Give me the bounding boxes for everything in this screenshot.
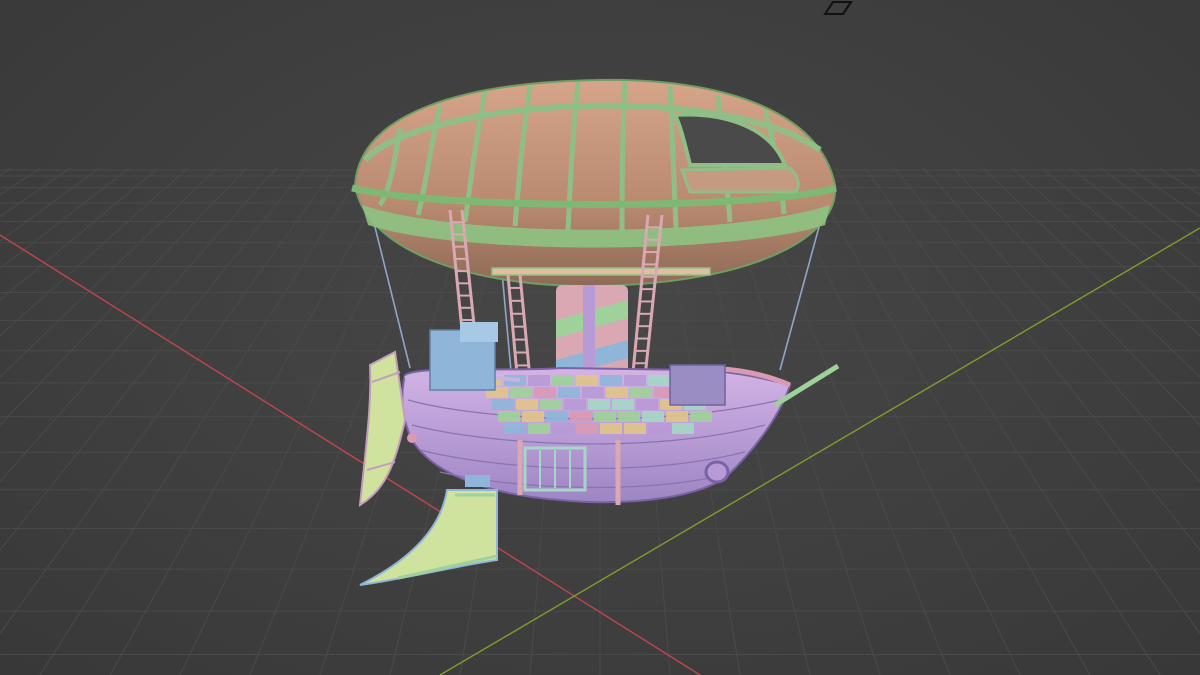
deck-plank	[546, 411, 568, 422]
deck-plank	[594, 411, 616, 422]
deck-plank	[504, 423, 526, 434]
grid-line	[0, 167, 160, 301]
deck-plank	[582, 387, 604, 398]
deck-plank	[516, 399, 538, 410]
deck-plank	[552, 375, 574, 386]
deck-plank	[624, 423, 646, 434]
deck-plank	[564, 399, 586, 410]
deck-plank	[600, 423, 622, 434]
grid-line	[0, 167, 42, 196]
grid-line	[1070, 167, 1200, 270]
deck-plank	[642, 411, 664, 422]
airship-model[interactable]	[351, 78, 840, 586]
camera-object-icon[interactable]	[823, 0, 853, 15]
grid-line	[1187, 167, 1200, 176]
deck-plank	[630, 387, 652, 398]
grid-line	[0, 167, 189, 337]
airship-envelope[interactable]	[351, 78, 837, 288]
deck-plank	[618, 411, 640, 422]
3d-viewport[interactable]	[0, 0, 1200, 675]
deck-plank	[672, 423, 694, 434]
grid-line	[1128, 167, 1200, 218]
deck-plank	[534, 387, 556, 398]
deck-plank	[522, 411, 544, 422]
deck-plank	[492, 399, 514, 410]
deck-plank	[576, 375, 598, 386]
deck-plank	[606, 387, 628, 398]
grid-line	[0, 167, 130, 270]
deck-plank	[690, 411, 712, 422]
deck-plank	[624, 375, 646, 386]
grid-line	[39, 167, 366, 675]
grid-line	[1099, 167, 1200, 242]
grid-line	[0, 167, 336, 635]
deck-plank	[576, 423, 598, 434]
deck-plank	[666, 411, 688, 422]
grid-line	[775, 167, 1021, 675]
deck-plank	[648, 423, 670, 434]
deck-plank	[648, 375, 670, 386]
grid-line	[834, 167, 1161, 675]
deck-plank	[558, 387, 580, 398]
deck-plank	[636, 399, 658, 410]
deck-plank	[528, 423, 550, 434]
deck-plank	[528, 375, 550, 386]
grid-line	[864, 167, 1200, 635]
grid-line	[0, 167, 13, 176]
grid-line	[1158, 167, 1200, 196]
deck-plank	[600, 375, 622, 386]
deck-plank	[552, 423, 574, 434]
deck-plank	[570, 411, 592, 422]
deck-plank	[588, 399, 610, 410]
deck-plank	[498, 411, 520, 422]
grid-line	[1040, 167, 1200, 301]
deck-plank	[510, 387, 532, 398]
viewport-scene[interactable]	[0, 0, 1200, 675]
deck-plank	[540, 399, 562, 410]
deck-plank	[612, 399, 634, 410]
grid-line	[1011, 167, 1200, 337]
grid-line	[0, 167, 72, 218]
